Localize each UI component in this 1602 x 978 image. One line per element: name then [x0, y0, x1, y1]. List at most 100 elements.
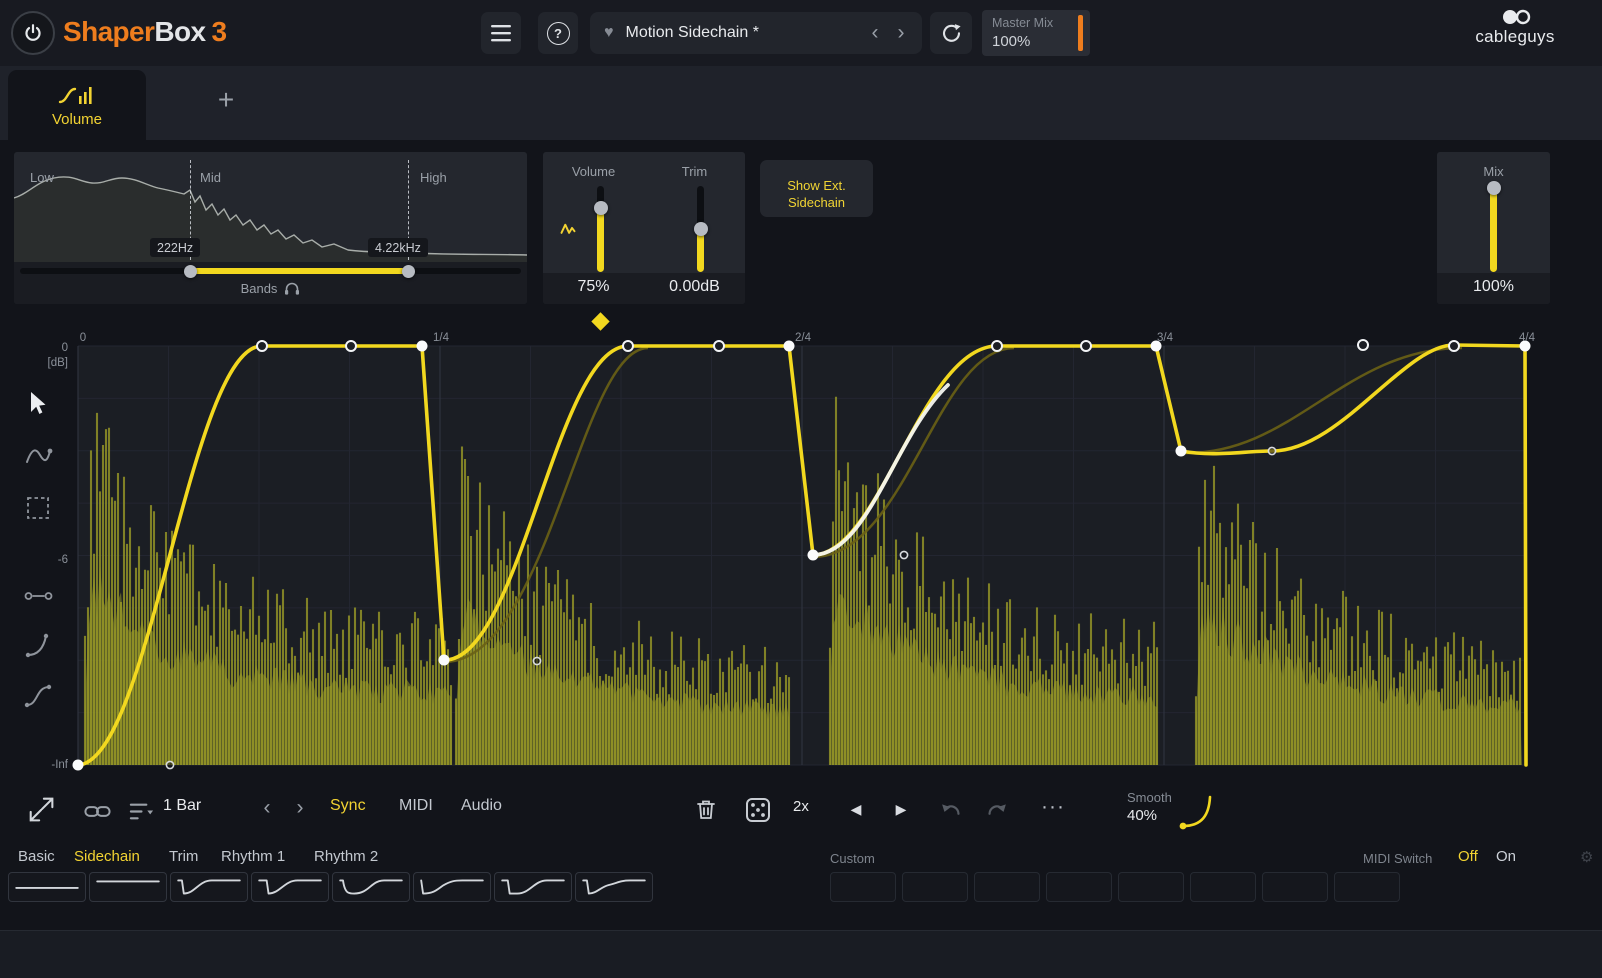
- db-label-minus6: -6: [50, 554, 68, 566]
- flat-low-icon: [9, 873, 85, 901]
- custom-slot-4[interactable]: [1046, 872, 1112, 902]
- preset-category-sidechain[interactable]: Sidechain: [74, 848, 140, 865]
- curve-point[interactable]: [439, 655, 450, 666]
- nudge-right-button[interactable]: ▶: [890, 798, 912, 820]
- add-shaper-button[interactable]: +: [206, 80, 246, 120]
- curve-point[interactable]: [346, 341, 356, 351]
- midi-switch-label: MIDI Switch: [1363, 851, 1432, 866]
- tool-draw-button[interactable]: [18, 436, 58, 476]
- trigger-sync-tab[interactable]: Sync: [330, 797, 366, 815]
- mix-slider-handle[interactable]: [1487, 181, 1501, 195]
- curve-point[interactable]: [1358, 340, 1368, 350]
- trigger-audio-tab[interactable]: Audio: [461, 797, 502, 815]
- lfo-curve-plot[interactable]: [0, 330, 1602, 792]
- wave-preset-duck-d-button[interactable]: [413, 872, 491, 902]
- custom-slot-1[interactable]: [830, 872, 896, 902]
- tool-curve-button[interactable]: [18, 626, 58, 666]
- volume-slider-handle[interactable]: [594, 201, 608, 215]
- band-handle-mid-high[interactable]: [402, 265, 415, 278]
- custom-slot-6[interactable]: [1190, 872, 1256, 902]
- wave-preset-flat-high-button[interactable]: [89, 872, 167, 902]
- trigger-midi-tab[interactable]: MIDI: [399, 797, 433, 815]
- curve-point[interactable]: [1081, 341, 1091, 351]
- preset-selector[interactable]: ♥ Motion Sidechain * ‹ ›: [590, 12, 922, 54]
- settings-gear-icon[interactable]: ⚙: [1580, 848, 1593, 866]
- curve-point[interactable]: [73, 760, 84, 771]
- undo-icon: [937, 796, 965, 824]
- preset-category-rhythm2[interactable]: Rhythm 2: [314, 848, 378, 865]
- preset-category-basic[interactable]: Basic: [18, 848, 55, 865]
- midi-switch-off[interactable]: Off: [1458, 848, 1478, 865]
- tool-line-button[interactable]: [18, 576, 58, 616]
- bands-control[interactable]: Bands: [14, 281, 527, 296]
- preset-name: Motion Sidechain *: [626, 24, 863, 42]
- curve-point[interactable]: [808, 550, 819, 561]
- reload-icon: [940, 22, 963, 45]
- wave-preset-duck-e-button[interactable]: [494, 872, 572, 902]
- tool-scurve-button[interactable]: [18, 676, 58, 716]
- smooth-curve-icon[interactable]: [1176, 790, 1220, 834]
- help-button[interactable]: ?: [538, 12, 578, 54]
- shaper-tab-strip: Volume +: [0, 66, 1602, 140]
- mix-slider-track[interactable]: [1490, 186, 1497, 272]
- curve-point[interactable]: [166, 761, 173, 768]
- custom-slot-8[interactable]: [1334, 872, 1400, 902]
- curve-point[interactable]: [623, 341, 633, 351]
- preset-next-button[interactable]: ›: [888, 18, 914, 48]
- preset-prev-button[interactable]: ‹: [862, 18, 888, 48]
- show-ext-sidechain-button[interactable]: Show Ext. Sidechain: [760, 160, 873, 217]
- length-next-button[interactable]: ›: [289, 794, 311, 822]
- curve-point[interactable]: [900, 551, 907, 558]
- curve-point[interactable]: [1449, 341, 1459, 351]
- curve-point[interactable]: [533, 657, 540, 664]
- nudge-left-button[interactable]: ◀: [845, 798, 867, 820]
- lfo-mod-icon: [560, 222, 576, 235]
- link-lanes-button[interactable]: [82, 796, 112, 826]
- lfo-position-diamond[interactable]: [591, 312, 609, 330]
- loop-length-value[interactable]: 1 Bar: [163, 797, 201, 815]
- band-handle-low-mid[interactable]: [184, 265, 197, 278]
- length-prev-button[interactable]: ‹: [256, 794, 278, 822]
- power-button[interactable]: [11, 11, 55, 55]
- curve-point[interactable]: [714, 341, 724, 351]
- wave-preset-duck-a-button[interactable]: [170, 872, 248, 902]
- expand-editor-button[interactable]: [24, 792, 60, 828]
- custom-slot-7[interactable]: [1262, 872, 1328, 902]
- wave-preset-flat-low-button[interactable]: [8, 872, 86, 902]
- speed-2x-button[interactable]: 2x: [793, 798, 809, 815]
- curve-point[interactable]: [1268, 447, 1275, 454]
- redo-button[interactable]: [982, 795, 1012, 825]
- wave-preset-duck-f-button[interactable]: [575, 872, 653, 902]
- midi-switch-on[interactable]: On: [1496, 848, 1516, 865]
- db-label-minusinf: -Inf: [40, 759, 68, 771]
- tool-select-button[interactable]: [18, 488, 58, 528]
- master-mix-control[interactable]: Master Mix 100%: [982, 10, 1090, 56]
- custom-slot-5[interactable]: [1118, 872, 1184, 902]
- preset-category-rhythm1[interactable]: Rhythm 1: [221, 848, 285, 865]
- undo-button[interactable]: [936, 795, 966, 825]
- wave-preset-duck-c-button[interactable]: [332, 872, 410, 902]
- master-mix-slider[interactable]: [1078, 15, 1083, 51]
- smooth-value[interactable]: 40%: [1127, 807, 1157, 824]
- randomize-button[interactable]: [742, 794, 774, 826]
- tab-volume[interactable]: Volume: [8, 70, 146, 140]
- preset-category-trim[interactable]: Trim: [169, 848, 198, 865]
- trim-slider-handle[interactable]: [694, 222, 708, 236]
- more-options-button[interactable]: ···: [1038, 792, 1068, 822]
- volume-slider-track[interactable]: [597, 186, 604, 272]
- custom-slot-3[interactable]: [974, 872, 1040, 902]
- headphones-icon[interactable]: [284, 281, 300, 296]
- menu-button[interactable]: [481, 12, 521, 54]
- volume-trim-panel: Volume Trim 75% 0.00dB: [543, 152, 745, 304]
- band-slider-track[interactable]: [20, 268, 521, 274]
- curve-point[interactable]: [257, 341, 267, 351]
- curve-point[interactable]: [992, 341, 1002, 351]
- favorite-heart-icon[interactable]: ♥: [604, 24, 614, 42]
- curve-point[interactable]: [1176, 446, 1187, 457]
- tool-cursor-button[interactable]: [18, 384, 58, 424]
- custom-slot-2[interactable]: [902, 872, 968, 902]
- wave-preset-duck-b-button[interactable]: [251, 872, 329, 902]
- reload-preset-button[interactable]: [930, 12, 972, 54]
- pattern-menu-button[interactable]: [126, 796, 156, 826]
- delete-wave-button[interactable]: [690, 794, 722, 826]
